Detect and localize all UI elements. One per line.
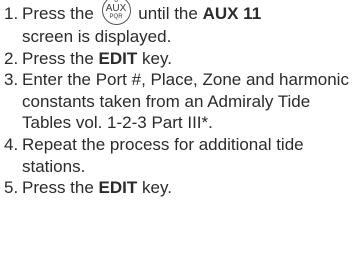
step-text: Repeat the process for additional tide s… bbox=[22, 134, 304, 176]
instruction-list: 1. Press the 6 AUX PQR until the AUX 11 … bbox=[0, 0, 358, 199]
step-4: 4. Repeat the process for additional tid… bbox=[2, 134, 358, 177]
step-text: until the bbox=[138, 4, 198, 23]
step-1: 1. Press the 6 AUX PQR until the AUX 11 … bbox=[2, 0, 358, 48]
step-text: Enter the Port #, Place, Zone and harmon… bbox=[22, 70, 349, 133]
key-sub-label: PQR bbox=[109, 14, 123, 20]
step-3: 3. Enter the Port #, Place, Zone and har… bbox=[2, 69, 358, 134]
aux-key-icon: 6 AUX PQR bbox=[101, 0, 132, 26]
step-text: key. bbox=[142, 178, 172, 198]
step-5: 5. Press the EDIT key. bbox=[2, 177, 358, 199]
step-text: screen is displayed. bbox=[22, 27, 172, 46]
key-main-label: AUX bbox=[105, 3, 127, 14]
step-2: 2. Press the EDIT key. bbox=[2, 48, 358, 70]
step-text: Press the bbox=[22, 178, 94, 198]
step-number: 2. bbox=[4, 48, 19, 68]
screen-name: AUX 11 bbox=[202, 4, 262, 23]
key-name: EDIT bbox=[98, 48, 138, 68]
step-text: Press the bbox=[22, 48, 94, 68]
step-number: 5. bbox=[4, 178, 19, 198]
step-number: 4. bbox=[4, 134, 19, 154]
step-text: Press the bbox=[22, 4, 94, 23]
key-name: EDIT bbox=[98, 178, 138, 198]
step-text: key. bbox=[142, 48, 172, 68]
step-number: 3. bbox=[4, 70, 19, 90]
step-number: 1. bbox=[4, 4, 19, 23]
